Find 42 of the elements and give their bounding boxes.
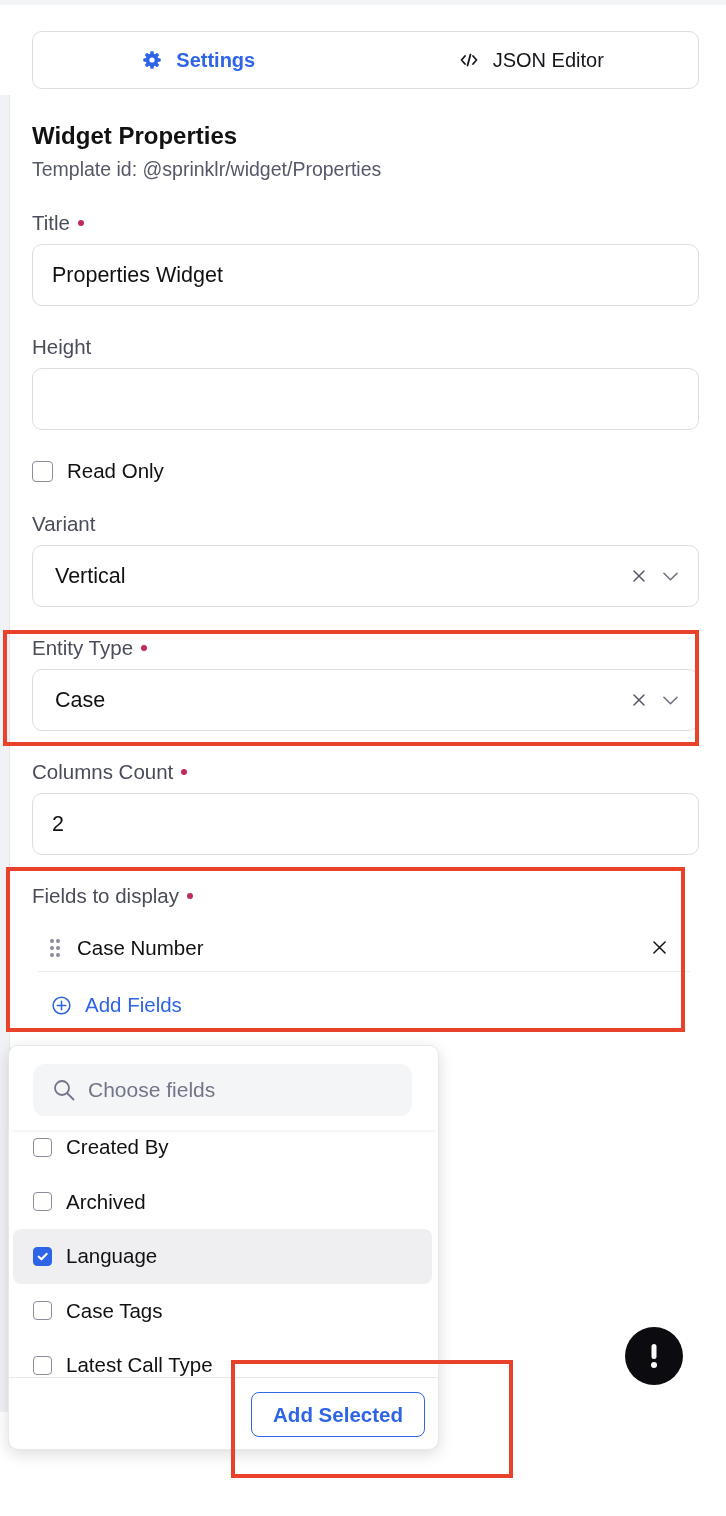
clear-icon[interactable] bbox=[633, 570, 645, 582]
text-field[interactable]: Properties Widget bbox=[32, 244, 699, 306]
option-item[interactable]: Language bbox=[13, 1229, 432, 1284]
add-selected-button[interactable]: Add Selected bbox=[251, 1392, 425, 1437]
field-label: Height bbox=[32, 335, 92, 359]
checkbox[interactable] bbox=[33, 1192, 52, 1212]
checkbox[interactable] bbox=[33, 1301, 52, 1321]
checkbox[interactable] bbox=[32, 460, 53, 482]
plus-circle-icon bbox=[52, 995, 71, 1015]
option-item[interactable]: Created By bbox=[13, 1130, 432, 1175]
tab[interactable]: JSON Editor bbox=[365, 32, 698, 88]
panel-title: Widget Properties bbox=[32, 122, 239, 150]
dropdown-field[interactable]: Vertical bbox=[32, 545, 699, 607]
clear-icon[interactable] bbox=[633, 694, 645, 706]
field-label: Fields to display bbox=[32, 884, 179, 908]
close-icon[interactable] bbox=[653, 941, 666, 954]
chevron-down-icon[interactable] bbox=[663, 695, 678, 705]
field-label: Variant bbox=[32, 512, 96, 536]
search-field[interactable]: Choose fields bbox=[33, 1064, 412, 1116]
field-label: Columns Count bbox=[32, 760, 174, 784]
selected-field-name: Case Number bbox=[77, 935, 205, 960]
option-item[interactable]: Latest Call Type bbox=[13, 1338, 432, 1377]
checkbox[interactable] bbox=[33, 1355, 52, 1375]
option-item[interactable]: Archived bbox=[13, 1174, 432, 1229]
template-id-text: Template id: @sprinklr/widget/Properties bbox=[32, 157, 383, 181]
checkbox[interactable] bbox=[33, 1246, 52, 1266]
exclamation-icon bbox=[651, 1344, 657, 1368]
option-item[interactable]: Case Tags bbox=[13, 1283, 432, 1338]
checkbox-label: Read Only bbox=[67, 459, 164, 483]
add-fields-link[interactable]: Add Fields bbox=[32, 991, 182, 1019]
search-icon bbox=[53, 1079, 75, 1101]
gear-icon bbox=[143, 51, 162, 69]
checkbox[interactable] bbox=[33, 1137, 52, 1157]
text-field[interactable] bbox=[32, 368, 699, 430]
chevron-down-icon[interactable] bbox=[663, 571, 678, 581]
text-field[interactable]: 2 bbox=[32, 793, 699, 855]
field-label: Title bbox=[32, 211, 70, 235]
alert-button[interactable] bbox=[625, 1327, 683, 1385]
drag-handle-icon[interactable] bbox=[50, 938, 60, 957]
field-label: Entity Type bbox=[32, 636, 134, 660]
code-icon bbox=[459, 51, 478, 69]
tab[interactable]: Settings bbox=[33, 32, 366, 88]
